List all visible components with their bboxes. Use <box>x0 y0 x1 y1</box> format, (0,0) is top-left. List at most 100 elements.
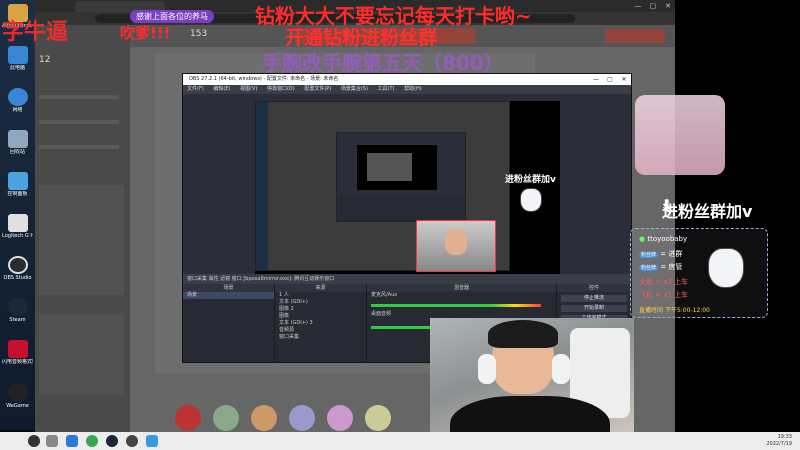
sources-header: 来源 <box>275 284 366 292</box>
audio-converter-icon <box>7 340 28 358</box>
chat-user-row: ● ttoyoobaby <box>639 235 687 243</box>
mixer-meter <box>371 304 541 307</box>
mixer-header: 混音器 <box>367 284 556 292</box>
sidebar-item[interactable] <box>39 145 119 149</box>
computer-icon <box>7 46 28 64</box>
system-clock[interactable]: 19:33 2022/7/19 <box>766 434 792 448</box>
menu-file[interactable]: 文件(F) <box>187 86 204 92</box>
start-recording-button[interactable]: 开始录制 <box>561 305 627 312</box>
info-panel: ● ttoyoobaby 粉丝牌 = 进群 粉丝牌 = 房管 火箭 = x2 上… <box>630 228 768 318</box>
obs-menu-bar: 文件(F) 编辑(E) 视图(V) 停靠窗口(D) 配置文件(P) 场景集合(S… <box>183 85 631 94</box>
windows-taskbar: 19:33 2022/7/19 <box>0 432 800 450</box>
announcement-2: 开通钻粉进粉丝群 <box>285 27 438 49</box>
info-line: 飞机 = x1 上车 <box>639 290 688 300</box>
sidebar-item[interactable] <box>39 120 119 124</box>
scene-item[interactable]: 场景 <box>183 292 274 299</box>
taskbar-app-icon[interactable] <box>146 435 158 447</box>
network-icon <box>7 88 28 106</box>
nested-capture-browser <box>255 101 510 272</box>
overlay-name: 字牛逼 <box>2 20 69 45</box>
menu-edit[interactable]: 编辑(E) <box>213 86 230 92</box>
sidebar-list <box>39 315 124 395</box>
down-arrow-icon: ⬇ <box>660 196 674 215</box>
sticker-overlay <box>635 95 725 175</box>
menu-help[interactable]: 帮助(H) <box>404 86 422 92</box>
headphone-icon <box>478 354 496 384</box>
maximize-icon[interactable]: ▢ <box>603 74 617 85</box>
nested-preview-inner <box>367 153 412 181</box>
nested-desktop-strip <box>256 102 268 270</box>
desktop-icon-control-panel[interactable]: 控制面板 <box>2 172 33 197</box>
source-item[interactable]: 文本 (GDI+) <box>275 299 366 306</box>
info-label: 火箭 <box>639 278 653 286</box>
taskbar-app-icon[interactable] <box>66 435 78 447</box>
sidebar-item[interactable] <box>39 95 119 99</box>
start-icon[interactable] <box>28 435 40 447</box>
source-item[interactable]: 图像 2 <box>275 306 366 313</box>
obs-icon[interactable] <box>126 435 138 447</box>
join-fans-small: 进粉丝群加v <box>505 175 556 185</box>
sidebar-list <box>39 185 124 295</box>
nested-docks <box>337 195 465 221</box>
menu-tools[interactable]: 工具(T) <box>378 86 395 92</box>
gift-icon[interactable] <box>289 405 315 431</box>
desktop-icon-network[interactable]: 网络 <box>2 88 33 113</box>
webcam-feed <box>430 318 634 450</box>
nested-preview <box>357 145 437 190</box>
info-text: = x1 上车 <box>655 291 689 299</box>
menu-view[interactable]: 视图(V) <box>240 86 257 92</box>
desktop-icon-steam[interactable]: Steam <box>2 298 33 323</box>
logitech-icon <box>7 214 28 232</box>
wechat-icon: ● <box>639 235 646 243</box>
source-item[interactable]: 1 人 <box>275 292 366 299</box>
gift-icon[interactable] <box>213 405 239 431</box>
minimize-icon[interactable]: — <box>631 0 645 12</box>
info-line: 粉丝牌 = 进群 <box>639 249 682 259</box>
gift-icon[interactable] <box>365 405 391 431</box>
menu-profile[interactable]: 配置文件(P) <box>304 86 331 92</box>
obs-icon <box>7 256 28 274</box>
gift-icon[interactable] <box>251 405 277 431</box>
desktop-icon-audio-converter[interactable]: 闪电音频格式转换器 <box>2 340 33 365</box>
control-panel-icon <box>7 172 28 190</box>
source-item[interactable]: 文本 (GDI+) 3 <box>275 320 366 327</box>
screen: Administrat... 此电脑 网络 回收站 控制面板 Logitech … <box>0 0 800 450</box>
close-icon[interactable]: ✕ <box>617 74 631 85</box>
desktop-icon-this-pc[interactable]: 此电脑 <box>2 46 33 71</box>
info-label: 直播时间 <box>639 307 664 314</box>
nested-obs-window <box>336 132 466 222</box>
source-item[interactable]: 窗口采集 <box>275 334 366 341</box>
source-item[interactable]: 音频源 <box>275 327 366 334</box>
gift-icon[interactable] <box>327 405 353 431</box>
recycle-bin-icon <box>7 130 28 148</box>
minimize-icon[interactable]: — <box>589 74 603 85</box>
info-text: = 进群 <box>660 250 683 258</box>
close-icon[interactable]: ✕ <box>661 0 675 12</box>
chat-username: ttoyoobaby <box>647 235 688 243</box>
browser-icon[interactable] <box>86 435 98 447</box>
source-item[interactable]: 图像 <box>275 313 366 320</box>
gift-icon[interactable] <box>175 405 201 431</box>
obs-source-toolbar[interactable]: 窗口采集 属性 滤镜 窗口 [bpoxa8mirror.exe]: 腾讯互动娱乐… <box>183 274 631 284</box>
steam-icon[interactable] <box>106 435 118 447</box>
desktop-icon-wegame[interactable]: WeGame <box>2 384 33 409</box>
steam-icon <box>7 298 28 316</box>
desktop-icon-obs[interactable]: OBS Studio <box>2 256 33 281</box>
obs-preview-canvas[interactable] <box>255 101 560 274</box>
desktop-icon-column: Administrat... 此电脑 网络 回收站 控制面板 Logitech … <box>0 0 35 430</box>
search-icon[interactable] <box>46 435 58 447</box>
sources-dock: 来源 1 人 文本 (GDI+) 图像 2 图像 文本 (GDI+) 3 音频源… <box>275 284 367 362</box>
desktop-icon-recycle-bin[interactable]: 回收站 <box>2 130 33 155</box>
site-number: 153 <box>190 29 208 39</box>
announcement-3: 手腕改手腕第五天（800） <box>262 51 504 75</box>
info-text: 下午5:00-12:00 <box>664 307 710 314</box>
maximize-icon[interactable]: ▢ <box>646 0 660 12</box>
obs-title: OBS 27.2.1 (64-bit, windows) - 配置文件: 未命名… <box>189 76 339 82</box>
info-label: 粉丝牌 <box>639 265 659 271</box>
info-text: = 房管 <box>660 263 683 271</box>
menu-docks[interactable]: 停靠窗口(D) <box>267 86 295 92</box>
desktop-icon-logitech[interactable]: Logitech G HUB <box>2 214 33 239</box>
scenes-dock: 场景 场景 <box>183 284 275 362</box>
menu-scene-collection[interactable]: 场景集合(S) <box>341 86 368 92</box>
stop-streaming-button[interactable]: 停止推流 <box>561 295 627 302</box>
